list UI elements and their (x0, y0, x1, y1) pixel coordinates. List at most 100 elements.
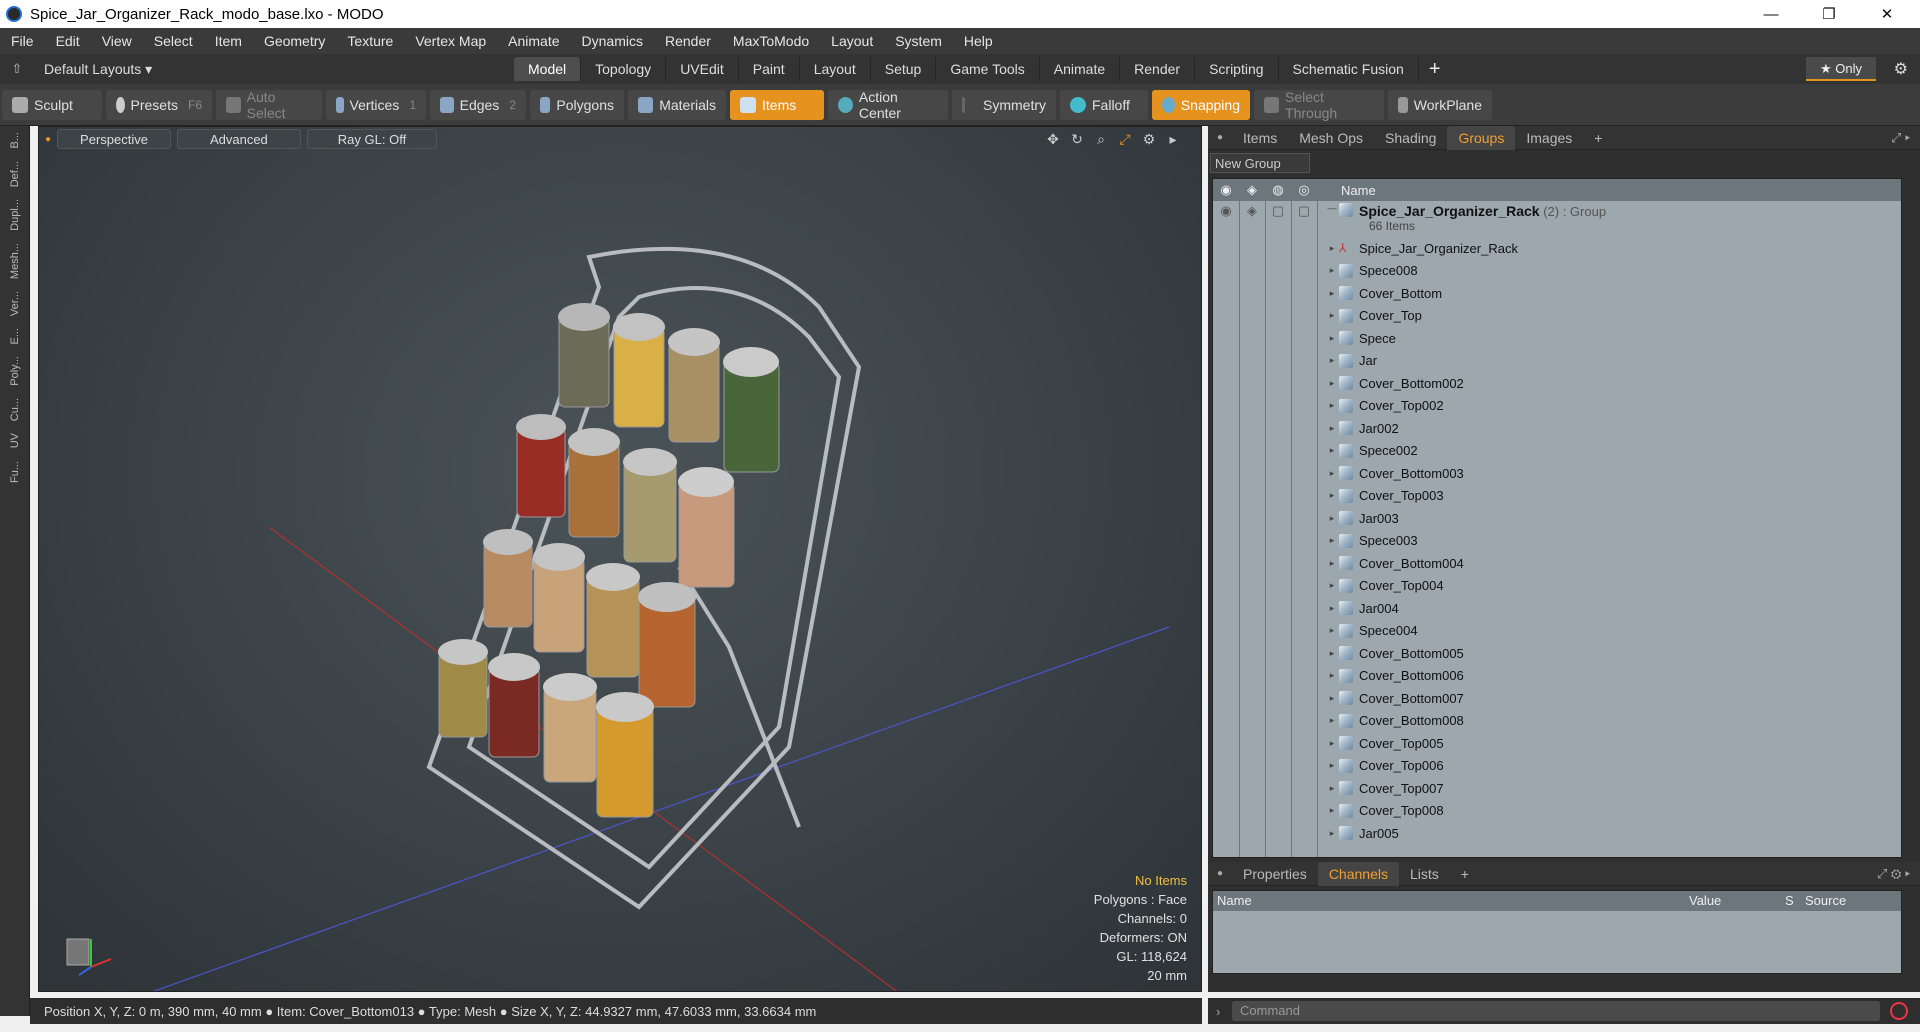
raygl-button[interactable]: Ray GL: Off (306, 129, 438, 149)
group-item-row[interactable]: ▸ Cover_Bottom (1213, 282, 1901, 305)
command-expand-icon[interactable]: › (1216, 1004, 1220, 1019)
expand-triangle-icon[interactable]: ▸ (1325, 513, 1339, 524)
expand-arrow-icon[interactable]: ▸ (1165, 131, 1181, 147)
group-item-row[interactable]: ▸ Spece004 (1213, 620, 1901, 643)
tab-lists[interactable]: Lists (1399, 862, 1450, 886)
snapping-button[interactable]: Snapping (1152, 89, 1250, 120)
tab-model[interactable]: Model (514, 57, 582, 81)
new-group-button[interactable]: New Group (1210, 153, 1310, 173)
expand-triangle-icon[interactable]: ▸ (1325, 805, 1339, 816)
expand-triangle-icon[interactable]: ▸ (1325, 693, 1339, 704)
left-tab-edge[interactable]: E... (9, 322, 21, 351)
group-item-row[interactable]: ▸ Jar004 (1213, 597, 1901, 620)
expand-triangle-icon[interactable]: ▸ (1325, 760, 1339, 771)
group-item-row[interactable]: ▸ Cover_Bottom008 (1213, 710, 1901, 733)
visibility-column-icon[interactable]: ◉ (1213, 182, 1239, 198)
gear-icon[interactable]: ⚙ (1894, 59, 1908, 79)
expand-triangle-icon[interactable]: ▸ (1325, 783, 1339, 794)
expand-triangle-icon[interactable]: ▸ (1325, 265, 1339, 276)
expand-triangle-icon[interactable]: ▸ (1325, 423, 1339, 434)
group-item-row[interactable]: ▸ Cover_Top002 (1213, 395, 1901, 418)
root-visibility-eye-icon[interactable]: ◉ (1213, 203, 1239, 219)
materials-button[interactable]: Materials (628, 89, 726, 120)
group-item-row[interactable]: ▸ Cover_Top004 (1213, 575, 1901, 598)
expand-triangle-icon[interactable]: ▸ (1325, 378, 1339, 389)
left-tab-duplicate[interactable]: Dupl... (9, 193, 21, 237)
expand-triangle-icon[interactable]: ▸ (1325, 445, 1339, 456)
group-item-row[interactable]: ▸ Cover_Bottom007 (1213, 687, 1901, 710)
group-item-row[interactable]: ▸ Cover_Top003 (1213, 485, 1901, 508)
bottom-panel-expand-icon[interactable]: ⤢ ⚙ ▸ (1877, 866, 1910, 882)
up-arrow-icon[interactable]: ⇧ (0, 61, 34, 77)
group-root-row[interactable]: ◉ ◈ ▢ ▢ — Spice_Jar_Organizer_Rack (2) :… (1213, 201, 1901, 237)
group-item-row[interactable]: ▸ Jar003 (1213, 507, 1901, 530)
menu-system[interactable]: System (884, 33, 953, 49)
items-button[interactable]: Items (730, 89, 824, 120)
group-item-row[interactable]: ▸ Spece003 (1213, 530, 1901, 553)
group-item-row[interactable]: ▸ Cover_Top007 (1213, 777, 1901, 800)
add-bottom-tab-button[interactable]: + (1450, 862, 1480, 886)
left-tab-mesh[interactable]: Mesh... (9, 237, 21, 285)
menu-file[interactable]: File (0, 33, 45, 49)
panel-menu-icon[interactable]: ● (1208, 132, 1232, 143)
lock-column-icon[interactable]: ◍ (1265, 182, 1291, 198)
tab-setup[interactable]: Setup (871, 57, 937, 81)
tab-paint[interactable]: Paint (739, 57, 800, 81)
group-item-row[interactable]: ▸ Spece (1213, 327, 1901, 350)
bottom-panel-menu-icon[interactable]: ● (1208, 868, 1232, 879)
expand-triangle-icon[interactable]: ▸ (1325, 603, 1339, 614)
tab-mesh-ops[interactable]: Mesh Ops (1288, 126, 1374, 150)
menu-animate[interactable]: Animate (497, 33, 570, 49)
group-item-row[interactable]: ▸ Cover_Bottom003 (1213, 462, 1901, 485)
menu-help[interactable]: Help (953, 33, 1004, 49)
expand-triangle-icon[interactable]: ▸ (1325, 535, 1339, 546)
panel-expand-icon[interactable]: ⤢ ▸ (1891, 130, 1910, 146)
tab-render[interactable]: Render (1120, 57, 1196, 81)
minimize-button[interactable]: — (1742, 0, 1800, 28)
expand-triangle-icon[interactable]: ▸ (1325, 558, 1339, 569)
close-button[interactable]: ✕ (1858, 0, 1916, 28)
group-item-row[interactable]: ▸ Jar (1213, 350, 1901, 373)
tab-layout[interactable]: Layout (800, 57, 871, 81)
expand-triangle-icon[interactable]: ▸ (1325, 333, 1339, 344)
expand-triangle-icon[interactable]: ▸ (1325, 670, 1339, 681)
menu-dynamics[interactable]: Dynamics (571, 33, 654, 49)
expand-triangle-icon[interactable]: ▸ (1325, 828, 1339, 839)
only-toggle[interactable]: ★ Only (1806, 57, 1876, 81)
menu-geometry[interactable]: Geometry (253, 33, 336, 49)
root-lock-icon[interactable]: ▢ (1265, 203, 1291, 219)
group-item-row[interactable]: ▸ Cover_Top008 (1213, 800, 1901, 823)
expand-triangle-icon[interactable]: ▸ (1325, 625, 1339, 636)
expand-triangle-icon[interactable]: ▸ (1325, 355, 1339, 366)
viewport-gear-icon[interactable]: ⚙ (1141, 131, 1157, 147)
record-icon[interactable] (1890, 1002, 1908, 1020)
left-tab-deform[interactable]: Def... (9, 155, 21, 193)
tab-game-tools[interactable]: Game Tools (936, 57, 1040, 81)
expand-triangle-icon[interactable]: ▸ (1325, 490, 1339, 501)
left-tab-polygon[interactable]: Poly... (9, 350, 21, 392)
tab-properties[interactable]: Properties (1232, 862, 1318, 886)
tab-schematic-fusion[interactable]: Schematic Fusion (1279, 57, 1419, 81)
group-item-row[interactable]: ▸ Cover_Bottom005 (1213, 642, 1901, 665)
tab-topology[interactable]: Topology (581, 57, 667, 81)
menu-render[interactable]: Render (654, 33, 722, 49)
group-item-row[interactable]: ▸ Spece002 (1213, 440, 1901, 463)
tab-items[interactable]: Items (1232, 126, 1288, 150)
expand-triangle-icon[interactable]: ▸ (1325, 243, 1339, 254)
left-tab-vertex[interactable]: Ver... (9, 285, 21, 322)
group-item-row[interactable]: ▸ Cover_Bottom004 (1213, 552, 1901, 575)
command-input[interactable]: Command (1232, 1001, 1880, 1021)
left-tab-fusion[interactable]: Fu... (9, 455, 21, 489)
group-item-row[interactable]: ▸ Cover_Top005 (1213, 732, 1901, 755)
menu-select[interactable]: Select (143, 33, 204, 49)
group-item-row[interactable]: ▸ Jar005 (1213, 822, 1901, 845)
perspective-button[interactable]: Perspective (57, 129, 171, 149)
left-tab-uv[interactable]: UV (9, 427, 21, 454)
group-item-row[interactable]: ▸ Jar002 (1213, 417, 1901, 440)
tab-channels[interactable]: Channels (1317, 861, 1399, 886)
expand-triangle-icon[interactable]: ▸ (1325, 648, 1339, 659)
auto-select-button[interactable]: Auto Select (216, 89, 322, 121)
expand-triangle-icon[interactable]: ▸ (1325, 288, 1339, 299)
expand-triangle-icon[interactable]: ▸ (1325, 400, 1339, 411)
menu-layout[interactable]: Layout (820, 33, 884, 49)
